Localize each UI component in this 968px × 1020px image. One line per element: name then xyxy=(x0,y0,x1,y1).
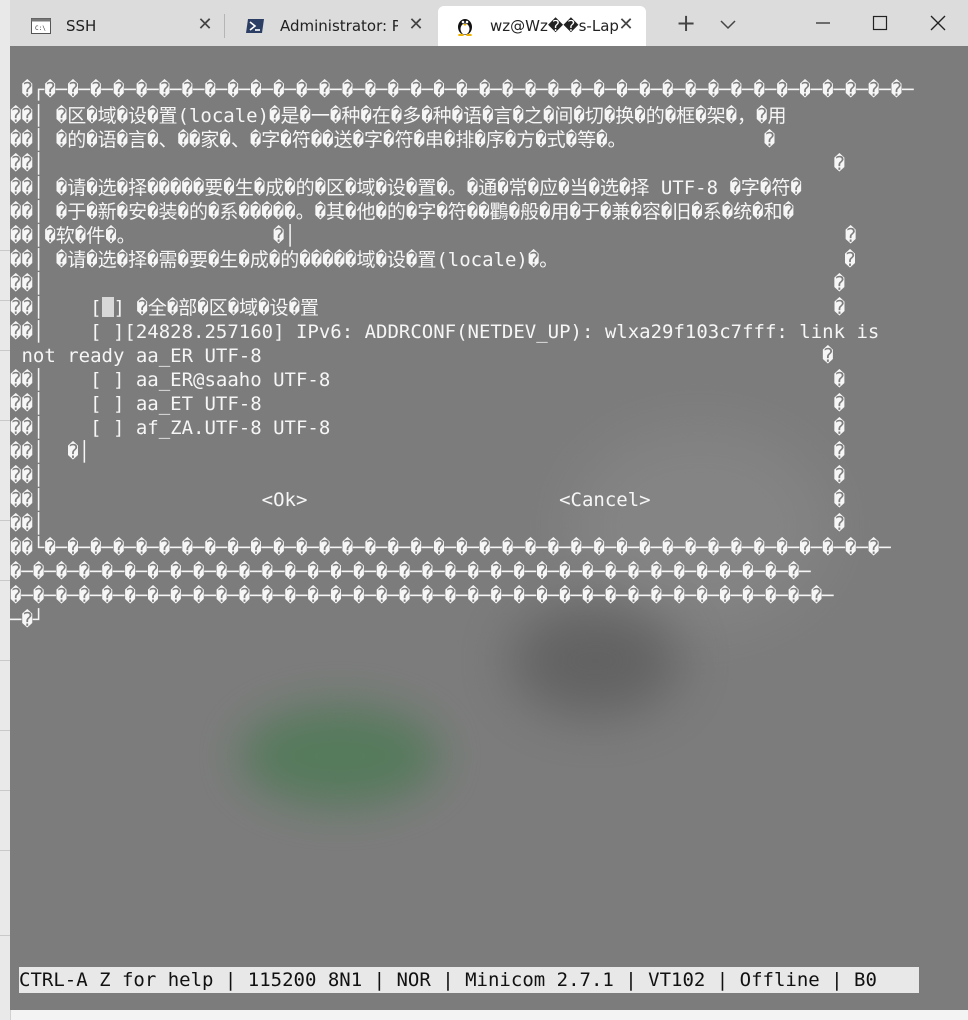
line-prefix: ��│ [ xyxy=(10,297,102,319)
new-tab-button[interactable]: + xyxy=(674,11,698,36)
tab-label: Administrator: Pov xyxy=(280,17,398,35)
terminal-window-icon: C:\ xyxy=(30,17,52,35)
terminal-line: ��│ �请�选�择�需�要�生�成�的�����域�设�置(locale)�。… xyxy=(10,249,856,271)
terminal-line: ��│ � xyxy=(10,513,846,535)
close-tab-icon[interactable]: ✕ xyxy=(616,15,636,35)
locale-checkbox-all[interactable]: ��│ [ ] �全�部�区�域�设�置 � xyxy=(10,296,845,320)
background-blur xyxy=(510,606,680,716)
tab-label: wz@Wz��s-Lap xyxy=(490,17,619,35)
terminal-line: ─�┘ xyxy=(10,609,45,631)
terminal-line: ��└�─�─�─�─�─�─�─�─�─�─�─�─�─�─�─�─�─�─�… xyxy=(10,537,891,559)
terminal-line: ��│ �请�选�择�����要�生�成�的�区�域�设�置�。�通�常�应�当… xyxy=(10,177,802,199)
tab-wz-linux[interactable]: wz@Wz��s-Lap ✕ xyxy=(438,6,646,46)
chevron-down-icon[interactable] xyxy=(718,14,738,34)
terminal-line: ��│ �区�域�设�置(locale)�是�一�种�在�多�种�语�言�之�间… xyxy=(10,105,787,127)
tab-bar: C:\ SSH ✕ Administrator: Pov ✕ wz@Wz��s-… xyxy=(10,0,968,46)
terminal-line: �─�─�─�─�─�─�─�─�─�─�─�─�─�─�─�─�─�─�─�─… xyxy=(10,561,811,583)
terminal-line: �┌�─�─�─�─�─�─�─�─�─�─�─�─�─�─�─�─�─�─�─… xyxy=(10,79,914,101)
checkbox-all-label: ] �全�部�区�域�设�置 � xyxy=(113,297,846,319)
close-tab-icon[interactable]: ✕ xyxy=(195,15,215,35)
tab-separator xyxy=(224,14,225,38)
dialog-buttons-line[interactable]: ��│ <Ok> <Cancel> � xyxy=(10,488,845,512)
terminal-area[interactable]: �┌�─�─�─�─�─�─�─�─�─�─�─�─�─�─�─�─�─�─�─… xyxy=(10,46,968,1010)
tab-administrator-powershell[interactable]: Administrator: Pov ✕ xyxy=(226,6,436,46)
locale-checkbox-af-za[interactable]: ��│ [ ] af_ZA.UTF-8 UTF-8 � xyxy=(10,416,845,440)
powershell-icon xyxy=(244,17,266,35)
terminal-line: ��│ �于�新�安�装�的�系�����。�其�他�的�字�符��鸜�般�用�… xyxy=(10,201,795,223)
locale-checkbox-aa-er-saaho[interactable]: ��│ [ ] aa_ER@saaho UTF-8 � xyxy=(10,368,845,392)
terminal-line: ��│ �│ � xyxy=(10,441,846,463)
linux-penguin-icon xyxy=(454,17,476,36)
tab-label: SSH xyxy=(66,17,97,35)
maximize-button[interactable] xyxy=(865,10,895,36)
terminal-line: ��│ � xyxy=(10,273,846,295)
close-window-button[interactable] xyxy=(923,10,953,36)
locale-checkbox-aa-et[interactable]: ��│ [ ] aa_ET UTF-8 � xyxy=(10,392,845,416)
terminal-line: ��│ �的�语�言�、��家�、�字�符��送�字�符�串�排�序�方�式�等… xyxy=(10,129,776,151)
background-blur xyxy=(240,706,440,806)
terminal-line: �─�─�─�─�─�─�─�─�─�─�─�─�─�─�─�─�─�─�─�─… xyxy=(10,585,834,607)
minicom-status-bar: CTRL-A Z for help | 115200 8N1 | NOR | M… xyxy=(19,967,919,993)
text-cursor xyxy=(101,297,114,317)
terminal-line: ��│�软�件�。 �│ � xyxy=(10,225,857,247)
terminal-line: ��│ � xyxy=(10,153,846,175)
tab-ssh[interactable]: C:\ SSH ✕ xyxy=(10,6,225,46)
svg-text:C:\: C:\ xyxy=(35,25,46,32)
terminal-line: ��│ � xyxy=(10,465,846,487)
terminal-line: ��│ [ ][24828.257160] IPv6: ADDRCONF(NET… xyxy=(10,321,880,343)
minimize-button[interactable] xyxy=(808,10,838,36)
close-tab-icon[interactable]: ✕ xyxy=(406,15,426,35)
terminal-line: not ready aa_ER UTF-8 � xyxy=(10,345,834,367)
